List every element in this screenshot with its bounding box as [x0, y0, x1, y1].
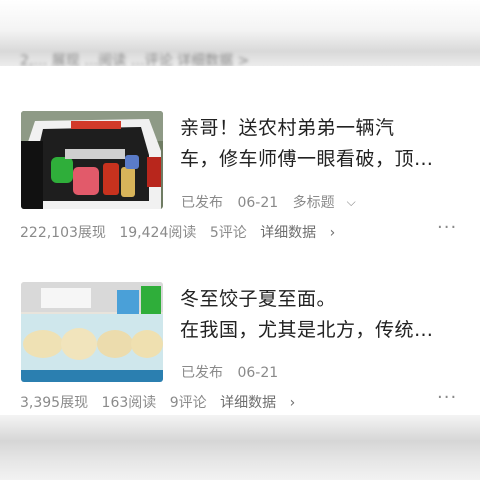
comments-count: 5评论	[209, 225, 247, 241]
article-stats: 3,395展现 163阅读 9评论 详细数据 ›	[20, 392, 313, 412]
publish-status: 已发布	[181, 195, 223, 211]
detail-data-label: 详细数据	[220, 395, 277, 411]
multi-title-label: 多标题	[292, 195, 335, 211]
detail-data-label: 详细数据	[260, 225, 317, 241]
more-options-icon[interactable]: ···	[437, 217, 457, 238]
publish-date: 06-21	[237, 365, 279, 381]
reads-count: 19,424阅读	[119, 225, 197, 241]
car-trunk-photo	[21, 111, 163, 209]
noodles-photo	[21, 282, 163, 382]
multi-title-toggle[interactable]: 多标题 ⌵	[293, 195, 366, 211]
article-thumbnail[interactable]	[21, 282, 163, 382]
impressions-count: 3,395展现	[20, 395, 89, 411]
blurred-top-band: 2,… 展现 …阅读 …评论 详细数据 >	[0, 0, 480, 66]
article-title-line-1: 亲哥！送农村弟弟一辆汽	[180, 117, 395, 139]
article-title-line-2: 在我国，尤其是北方，传统…	[180, 319, 434, 341]
previous-article-stats: 2,… 展现 …阅读 …评论 详细数据 >	[20, 53, 250, 66]
article-card[interactable]: 冬至饺子夏至面。 在我国，尤其是北方，传统… 已发布 06-21 3,395展现…	[0, 278, 480, 418]
article-stats: 222,103展现 19,424阅读 5评论 详细数据 ›	[20, 222, 353, 242]
chevron-right-icon: ›	[329, 225, 336, 241]
article-title-line-2: 车，修车师傅一眼看破，顶…	[180, 148, 434, 170]
reads-count: 163阅读	[101, 395, 157, 411]
impressions-count: 222,103展现	[20, 225, 106, 241]
chevron-right-icon: ›	[289, 395, 296, 411]
article-title-line-1: 冬至饺子夏至面。	[180, 288, 337, 310]
article-meta: 已发布 06-21	[181, 362, 288, 382]
detail-data-link[interactable]: 详细数据 ›	[220, 395, 304, 411]
chevron-down-icon: ⌵	[346, 195, 356, 209]
article-title[interactable]: 亲哥！送农村弟弟一辆汽 车，修车师傅一眼看破，顶…	[180, 113, 465, 175]
article-thumbnail[interactable]	[21, 111, 163, 209]
more-options-icon[interactable]: ···	[437, 387, 457, 408]
article-card[interactable]: 亲哥！送农村弟弟一辆汽 车，修车师傅一眼看破，顶… 已发布 06-21 多标题 ⌵…	[0, 105, 480, 265]
article-title[interactable]: 冬至饺子夏至面。 在我国，尤其是北方，传统…	[180, 284, 465, 346]
article-meta: 已发布 06-21 多标题 ⌵	[181, 192, 376, 212]
publish-status: 已发布	[181, 365, 223, 381]
publish-date: 06-21	[237, 195, 279, 211]
comments-count: 9评论	[169, 395, 207, 411]
blurred-bottom-band	[0, 415, 480, 480]
detail-data-link[interactable]: 详细数据 ›	[260, 225, 344, 241]
